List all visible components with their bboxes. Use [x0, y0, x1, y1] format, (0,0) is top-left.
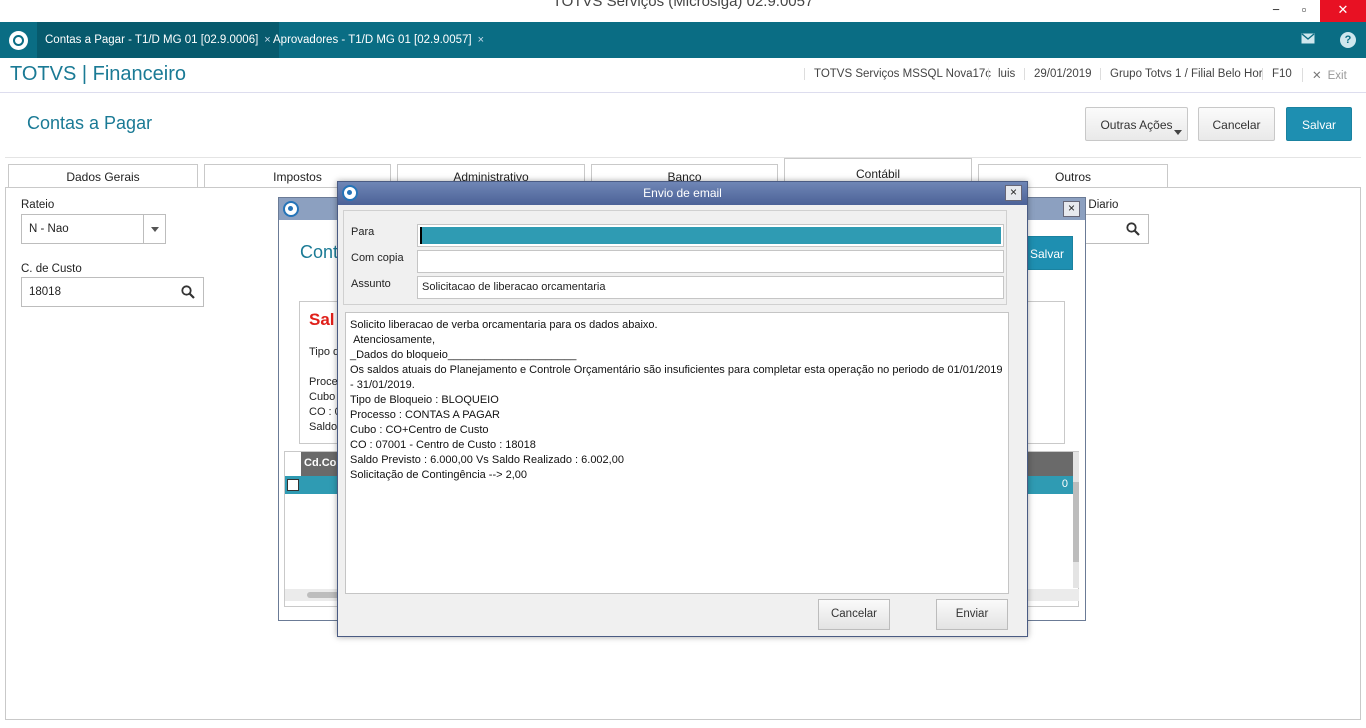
tab-label: Aprovadores - T1/D MG 01 [02.9.0057]	[273, 34, 472, 46]
grid-value: 0	[1061, 478, 1068, 490]
window-close-button[interactable]: ✕	[1320, 0, 1366, 22]
body-line: CO : 07001 - Centro de Custo : 18018	[350, 439, 536, 451]
body-line: Saldo Previsto : 6.000,00 Vs Saldo Reali…	[350, 454, 624, 466]
saldo-line: Cubo	[309, 391, 336, 403]
page-title: Contas a Pagar	[27, 113, 153, 133]
body-line: Atenciosamente,	[350, 334, 435, 346]
saldo-heading: Sal	[309, 310, 335, 329]
document-tab-strip: Contas a Pagar - T1/D MG 01 [02.9.0006] ×…	[0, 22, 1366, 58]
body-line: Cubo : CO+Centro de Custo	[350, 424, 489, 436]
background-dialog-title: Cont	[300, 242, 339, 262]
close-tab-icon[interactable]: ×	[478, 34, 484, 46]
minimize-button[interactable]: −	[1262, 0, 1290, 22]
search-icon[interactable]	[1126, 222, 1140, 236]
email-cancel-button[interactable]: Cancelar	[818, 599, 890, 630]
window-titlebar: TOTVS Serviços (Microsiga) 02.9.0057 − ▫…	[0, 0, 1366, 22]
email-dialog: Envio de email × Para Com copia Assunto …	[337, 181, 1028, 637]
page-heading: Contas a Pagar Outras Ações Cancelar Sal…	[5, 94, 1361, 158]
email-dialog-titlebar: Envio de email ×	[338, 182, 1027, 205]
centro-custo-label: C. de Custo	[21, 263, 82, 275]
email-body-textarea[interactable]: Solicito liberacao de verba orcamentaria…	[345, 312, 1009, 594]
row-checkbox[interactable]	[287, 479, 299, 491]
body-line: Tipo de Bloqueio : BLOQUEIO	[350, 394, 499, 406]
user-label: luis	[988, 68, 1015, 80]
maximize-button[interactable]: ▫	[1290, 0, 1318, 22]
tab-dados-gerais[interactable]: Dados Gerais	[8, 164, 198, 188]
body-line: Os saldos atuais do Planejamento e Contr…	[350, 364, 1006, 391]
rateio-label: Rateio	[21, 199, 55, 211]
saldo-line: Proce	[309, 376, 338, 388]
close-icon[interactable]: ×	[1063, 201, 1080, 217]
send-button[interactable]: Enviar	[936, 599, 1008, 630]
mail-icon[interactable]	[1298, 30, 1318, 50]
shortcut-label: F10	[1262, 68, 1292, 80]
body-line: _Dados do bloqueio_____________________	[350, 349, 577, 361]
app-header: TOTVS | Financeiro TOTVS Serviços MSSQL …	[0, 58, 1366, 93]
saldo-line: Tipo d	[309, 346, 340, 358]
branch-label: Grupo Totvs 1 / Filial Belo Hor	[1100, 68, 1263, 80]
body-line: Processo : CONTAS A PAGAR	[350, 409, 500, 421]
cc-label: Com copia	[351, 252, 404, 264]
body-line: Solicitação de Contingência --> 2,00	[350, 469, 528, 481]
totvs-logo-icon[interactable]	[9, 31, 28, 50]
protheus-icon	[283, 201, 299, 217]
tab-label: Contas a Pagar - T1/D MG 01 [02.9.0006]	[45, 34, 259, 46]
search-icon[interactable]	[181, 285, 195, 299]
more-actions-button[interactable]: Outras Ações	[1085, 107, 1188, 141]
close-icon[interactable]: ×	[1005, 185, 1022, 201]
centro-custo-input[interactable]: 18018	[21, 277, 204, 307]
saldo-line: Saldo	[309, 421, 338, 433]
window-title: TOTVS Serviços (Microsiga) 02.9.0057	[552, 0, 814, 10]
to-label: Para	[351, 226, 375, 238]
to-value	[420, 227, 1001, 244]
vertical-scrollbar[interactable]	[1073, 452, 1079, 588]
save-button[interactable]: Salvar	[1286, 107, 1352, 141]
exit-button[interactable]: ✕ Exit	[1302, 68, 1347, 82]
subject-input[interactable]: Solicitacao de liberacao orcamentaria	[417, 276, 1004, 299]
exit-label: Exit	[1327, 70, 1347, 82]
background-save-button[interactable]: Salvar	[1021, 236, 1073, 270]
more-actions-label: Outras Ações	[1100, 118, 1173, 132]
diario-input[interactable]	[1082, 214, 1149, 244]
to-input[interactable]	[417, 224, 1004, 247]
close-icon: ✕	[1312, 70, 1322, 82]
app-brand: TOTVS | Financeiro	[10, 63, 186, 85]
date-label: 29/01/2019	[1024, 68, 1092, 80]
cancel-button[interactable]: Cancelar	[1198, 107, 1275, 141]
email-header-group: Para Com copia Assunto Solicitacao de li…	[343, 210, 1007, 305]
rateio-value: N - Nao	[29, 223, 69, 235]
help-icon[interactable]: ?	[1340, 32, 1356, 48]
environment-label: TOTVS Serviços MSSQL Nova17c	[804, 68, 991, 80]
chevron-down-icon	[143, 215, 165, 243]
dropdown-arrow-icon	[1174, 130, 1182, 135]
email-dialog-title: Envio de email	[643, 186, 722, 200]
tab-contas-a-pagar[interactable]: Contas a Pagar - T1/D MG 01 [02.9.0006] ×	[37, 22, 279, 58]
cc-input[interactable]	[417, 250, 1004, 273]
centro-custo-value: 18018	[29, 286, 61, 298]
tab-aprovadores[interactable]: Aprovadores - T1/D MG 01 [02.9.0057] ×	[265, 22, 492, 58]
rateio-select[interactable]: N - Nao	[21, 214, 166, 244]
diario-label: . Diario	[1082, 199, 1119, 211]
subject-label: Assunto	[351, 278, 391, 290]
body-line: Solicito liberacao de verba orcamentaria…	[350, 319, 658, 331]
